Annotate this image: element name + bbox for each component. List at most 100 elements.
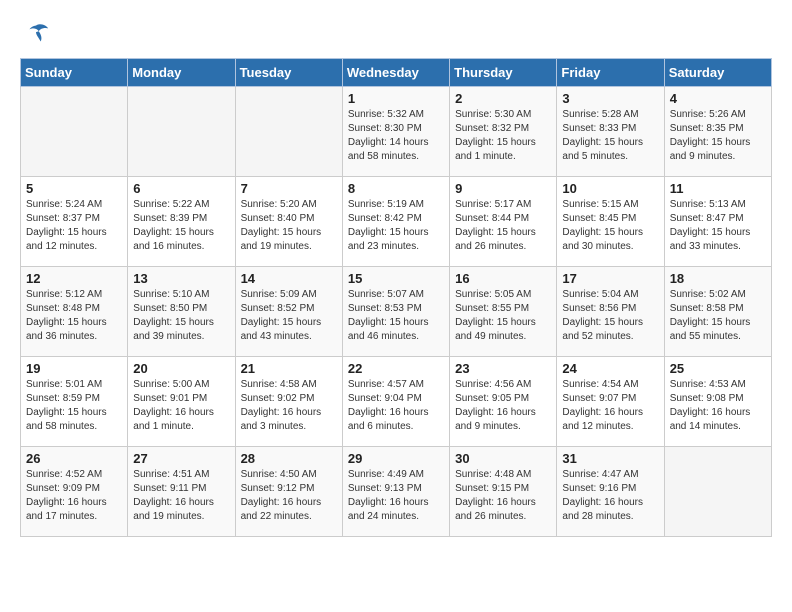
weekday-header-thursday: Thursday [450, 59, 557, 87]
day-number: 4 [670, 91, 766, 106]
calendar-cell: 4 Sunrise: 5:26 AM Sunset: 8:35 PM Daylig… [664, 87, 771, 177]
weekday-header-wednesday: Wednesday [342, 59, 449, 87]
calendar-cell: 12 Sunrise: 5:12 AM Sunset: 8:48 PM Dayli… [21, 267, 128, 357]
day-number: 15 [348, 271, 444, 286]
calendar-cell: 11 Sunrise: 5:13 AM Sunset: 8:47 PM Dayli… [664, 177, 771, 267]
calendar-table: SundayMondayTuesdayWednesdayThursdayFrid… [20, 58, 772, 537]
logo-bird-icon [22, 20, 50, 48]
calendar-cell: 31 Sunrise: 4:47 AM Sunset: 9:16 PM Dayli… [557, 447, 664, 537]
calendar-cell: 13Sunrise: 5:10 AM Sunset: 8:50 PM Dayli… [128, 267, 235, 357]
calendar-cell: 17 Sunrise: 5:04 AM Sunset: 8:56 PM Dayli… [557, 267, 664, 357]
day-number: 11 [670, 181, 766, 196]
day-info: Sunrise: 5:07 AM Sunset: 8:53 PM Dayligh… [348, 288, 444, 344]
day-info: Sunrise: 5:09 AM Sunset: 8:52 PM Dayligh… [241, 288, 337, 344]
day-info: Sunrise: 4:52 AM Sunset: 9:09 PM Dayligh… [26, 468, 122, 524]
calendar-cell: 28 Sunrise: 4:50 AM Sunset: 9:12 PM Dayli… [235, 447, 342, 537]
day-info: Sunrise: 4:53 AM Sunset: 9:08 PM Dayligh… [670, 378, 766, 434]
day-number: 18 [670, 271, 766, 286]
day-number: 17 [562, 271, 658, 286]
day-number: 30 [455, 451, 551, 466]
day-number: 20 [133, 361, 229, 376]
day-number: 22 [348, 361, 444, 376]
day-number: 7 [241, 181, 337, 196]
calendar-cell: 16 Sunrise: 5:05 AM Sunset: 8:55 PM Dayli… [450, 267, 557, 357]
calendar-week-row: 12 Sunrise: 5:12 AM Sunset: 8:48 PM Dayli… [21, 267, 772, 357]
day-info: Sunrise: 4:54 AM Sunset: 9:07 PM Dayligh… [562, 378, 658, 434]
day-number: 3 [562, 91, 658, 106]
day-number: 16 [455, 271, 551, 286]
calendar-cell: 8 Sunrise: 5:19 AM Sunset: 8:42 PM Daylig… [342, 177, 449, 267]
day-info: Sunrise: 5:19 AM Sunset: 8:42 PM Dayligh… [348, 198, 444, 254]
day-number: 14 [241, 271, 337, 286]
day-info: Sunrise: 5:15 AM Sunset: 8:45 PM Dayligh… [562, 198, 658, 254]
day-info: Sunrise: 5:30 AM Sunset: 8:32 PM Dayligh… [455, 108, 551, 164]
calendar-cell: 26 Sunrise: 4:52 AM Sunset: 9:09 PM Dayli… [21, 447, 128, 537]
calendar-cell: 2 Sunrise: 5:30 AM Sunset: 8:32 PM Daylig… [450, 87, 557, 177]
day-info: Sunrise: 5:05 AM Sunset: 8:55 PM Dayligh… [455, 288, 551, 344]
day-info: Sunrise: 5:02 AM Sunset: 8:58 PM Dayligh… [670, 288, 766, 344]
calendar-cell: 30Sunrise: 4:48 AM Sunset: 9:15 PM Dayli… [450, 447, 557, 537]
calendar-cell: 15 Sunrise: 5:07 AM Sunset: 8:53 PM Dayli… [342, 267, 449, 357]
day-info: Sunrise: 4:56 AM Sunset: 9:05 PM Dayligh… [455, 378, 551, 434]
day-info: Sunrise: 5:01 AM Sunset: 8:59 PM Dayligh… [26, 378, 122, 434]
calendar-week-row: 1 Sunrise: 5:32 AM Sunset: 8:30 PM Daylig… [21, 87, 772, 177]
logo [20, 20, 52, 48]
weekday-header-monday: Monday [128, 59, 235, 87]
calendar-cell [664, 447, 771, 537]
calendar-cell [235, 87, 342, 177]
day-info: Sunrise: 5:04 AM Sunset: 8:56 PM Dayligh… [562, 288, 658, 344]
day-number: 31 [562, 451, 658, 466]
calendar-cell: 19 Sunrise: 5:01 AM Sunset: 8:59 PM Dayli… [21, 357, 128, 447]
day-info: Sunrise: 4:50 AM Sunset: 9:12 PM Dayligh… [241, 468, 337, 524]
day-info: Sunrise: 5:17 AM Sunset: 8:44 PM Dayligh… [455, 198, 551, 254]
day-number: 2 [455, 91, 551, 106]
calendar-cell: 10 Sunrise: 5:15 AM Sunset: 8:45 PM Dayli… [557, 177, 664, 267]
day-info: Sunrise: 5:26 AM Sunset: 8:35 PM Dayligh… [670, 108, 766, 164]
day-number: 6 [133, 181, 229, 196]
calendar-cell [21, 87, 128, 177]
day-info: Sunrise: 4:57 AM Sunset: 9:04 PM Dayligh… [348, 378, 444, 434]
day-number: 25 [670, 361, 766, 376]
calendar-cell: 29 Sunrise: 4:49 AM Sunset: 9:13 PM Dayli… [342, 447, 449, 537]
calendar-week-row: 5Sunrise: 5:24 AM Sunset: 8:37 PM Daylig… [21, 177, 772, 267]
calendar-cell [128, 87, 235, 177]
day-info: Sunrise: 4:51 AM Sunset: 9:11 PM Dayligh… [133, 468, 229, 524]
calendar-cell: 18 Sunrise: 5:02 AM Sunset: 8:58 PM Dayli… [664, 267, 771, 357]
day-number: 21 [241, 361, 337, 376]
day-info: Sunrise: 5:32 AM Sunset: 8:30 PM Dayligh… [348, 108, 444, 164]
day-info: Sunrise: 4:49 AM Sunset: 9:13 PM Dayligh… [348, 468, 444, 524]
calendar-cell: 7Sunrise: 5:20 AM Sunset: 8:40 PM Daylig… [235, 177, 342, 267]
day-number: 8 [348, 181, 444, 196]
calendar-cell: 5Sunrise: 5:24 AM Sunset: 8:37 PM Daylig… [21, 177, 128, 267]
calendar-cell: 24Sunrise: 4:54 AM Sunset: 9:07 PM Dayli… [557, 357, 664, 447]
calendar-week-row: 26 Sunrise: 4:52 AM Sunset: 9:09 PM Dayli… [21, 447, 772, 537]
day-number: 28 [241, 451, 337, 466]
day-number: 19 [26, 361, 122, 376]
calendar-cell: 3 Sunrise: 5:28 AM Sunset: 8:33 PM Daylig… [557, 87, 664, 177]
day-info: Sunrise: 5:28 AM Sunset: 8:33 PM Dayligh… [562, 108, 658, 164]
weekday-header-friday: Friday [557, 59, 664, 87]
day-number: 12 [26, 271, 122, 286]
day-info: Sunrise: 5:00 AM Sunset: 9:01 PM Dayligh… [133, 378, 229, 434]
day-info: Sunrise: 5:12 AM Sunset: 8:48 PM Dayligh… [26, 288, 122, 344]
weekday-header-row: SundayMondayTuesdayWednesdayThursdayFrid… [21, 59, 772, 87]
day-info: Sunrise: 5:22 AM Sunset: 8:39 PM Dayligh… [133, 198, 229, 254]
day-number: 29 [348, 451, 444, 466]
day-info: Sunrise: 5:13 AM Sunset: 8:47 PM Dayligh… [670, 198, 766, 254]
calendar-cell: 9Sunrise: 5:17 AM Sunset: 8:44 PM Daylig… [450, 177, 557, 267]
day-number: 10 [562, 181, 658, 196]
day-number: 13 [133, 271, 229, 286]
weekday-header-sunday: Sunday [21, 59, 128, 87]
day-number: 23 [455, 361, 551, 376]
calendar-cell: 27Sunrise: 4:51 AM Sunset: 9:11 PM Dayli… [128, 447, 235, 537]
day-info: Sunrise: 4:58 AM Sunset: 9:02 PM Dayligh… [241, 378, 337, 434]
calendar-cell: 1 Sunrise: 5:32 AM Sunset: 8:30 PM Daylig… [342, 87, 449, 177]
weekday-header-tuesday: Tuesday [235, 59, 342, 87]
day-number: 1 [348, 91, 444, 106]
calendar-cell: 14 Sunrise: 5:09 AM Sunset: 8:52 PM Dayli… [235, 267, 342, 357]
calendar-cell: 23 Sunrise: 4:56 AM Sunset: 9:05 PM Dayli… [450, 357, 557, 447]
calendar-cell: 6 Sunrise: 5:22 AM Sunset: 8:39 PM Daylig… [128, 177, 235, 267]
day-number: 26 [26, 451, 122, 466]
day-info: Sunrise: 4:47 AM Sunset: 9:16 PM Dayligh… [562, 468, 658, 524]
calendar-cell: 20 Sunrise: 5:00 AM Sunset: 9:01 PM Dayli… [128, 357, 235, 447]
